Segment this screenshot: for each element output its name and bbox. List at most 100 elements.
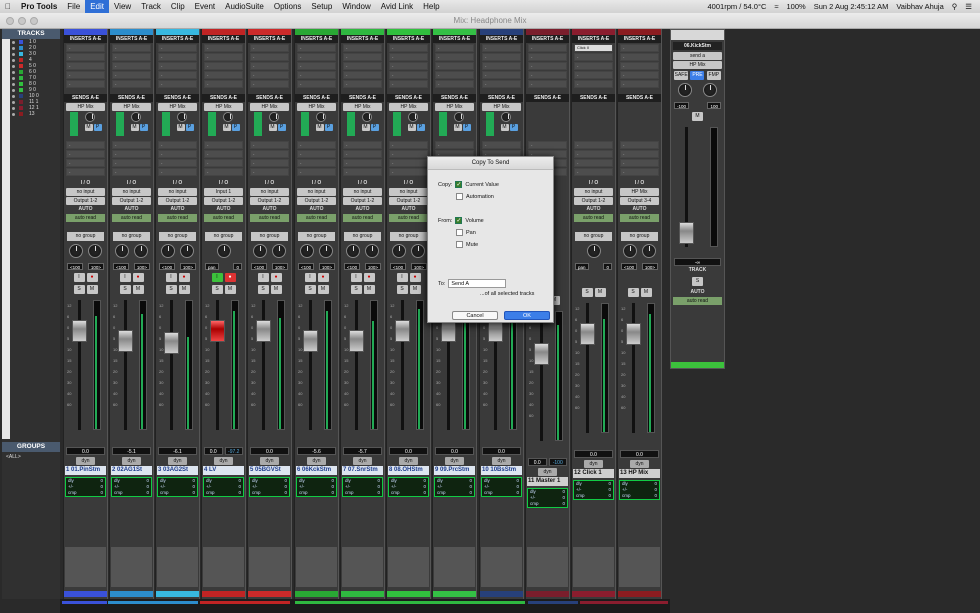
send-slot[interactable]: -: [574, 168, 613, 176]
send-slot[interactable]: HP Mix: [250, 103, 289, 111]
insert-slot[interactable]: -: [574, 71, 613, 79]
mute-button[interactable]: M: [317, 285, 329, 294]
insert-slot[interactable]: -: [158, 71, 197, 79]
group-select[interactable]: no group: [575, 232, 612, 241]
dyn-button[interactable]: dyn: [214, 457, 233, 465]
send-volume[interactable]: -∞: [674, 258, 721, 266]
input-monitor-button[interactable]: I: [396, 273, 408, 282]
send-pre-button[interactable]: P: [324, 124, 333, 131]
pan-left-knob[interactable]: [114, 244, 129, 258]
send-mute-button[interactable]: M: [176, 124, 185, 131]
send-pre-button[interactable]: P: [416, 124, 425, 131]
record-arm-button[interactable]: ●: [86, 273, 98, 282]
track-color-bar[interactable]: [526, 591, 569, 597]
mute-button[interactable]: M: [640, 288, 652, 297]
group-select[interactable]: no group: [67, 232, 104, 241]
send-mute-button[interactable]: M: [500, 124, 509, 131]
send-pre-button[interactable]: P: [277, 124, 286, 131]
show-hide-icon[interactable]: [12, 46, 15, 50]
output-select[interactable]: Output 1-2: [204, 197, 243, 205]
track-name[interactable]: 4 LV: [203, 466, 244, 475]
dyn-button[interactable]: dyn: [445, 457, 464, 465]
volume-checkbox[interactable]: ✓: [455, 217, 463, 224]
send-slot[interactable]: -: [297, 168, 336, 176]
send-slot[interactable]: -: [66, 150, 105, 158]
volume-fader[interactable]: [210, 320, 225, 342]
safe-button[interactable]: SAFE: [674, 71, 689, 80]
show-hide-icon[interactable]: [12, 88, 15, 92]
menu-track[interactable]: Track: [136, 0, 166, 13]
record-arm-button[interactable]: ●: [224, 273, 236, 282]
insert-slot[interactable]: -: [204, 80, 243, 88]
send-slot[interactable]: -: [343, 141, 382, 149]
solo-button[interactable]: S: [165, 285, 177, 294]
send-pan-right-knob[interactable]: [702, 83, 717, 97]
dyn-button[interactable]: dyn: [76, 457, 95, 465]
show-hide-icon[interactable]: [12, 100, 15, 104]
track-name[interactable]: 11 Master 1: [527, 477, 568, 486]
insert-slot[interactable]: -: [158, 53, 197, 61]
mute-button[interactable]: M: [270, 285, 282, 294]
insert-slot[interactable]: -: [250, 71, 289, 79]
comments-area[interactable]: [342, 547, 383, 587]
send-slot[interactable]: -: [204, 168, 243, 176]
track-name[interactable]: 12 Click 1: [573, 469, 614, 478]
send-pan-left-knob[interactable]: [678, 83, 693, 97]
insert-slot[interactable]: -: [435, 44, 474, 52]
input-select[interactable]: no input: [297, 188, 336, 196]
send-slot[interactable]: HP Mix: [158, 103, 197, 111]
ok-button[interactable]: OK: [504, 311, 550, 320]
insert-slot[interactable]: -: [112, 80, 151, 88]
send-slot[interactable]: -: [620, 141, 659, 149]
insert-slot[interactable]: -: [620, 80, 659, 88]
insert-slot[interactable]: -: [528, 80, 567, 88]
track-color-bar[interactable]: [618, 591, 661, 597]
menu-event[interactable]: Event: [190, 0, 220, 13]
mute-button[interactable]: M: [224, 285, 236, 294]
send-pre-button[interactable]: P: [139, 124, 148, 131]
insert-slot[interactable]: -: [204, 53, 243, 61]
insert-slot[interactable]: -: [435, 62, 474, 70]
insert-slot[interactable]: -: [482, 53, 521, 61]
show-hide-icon[interactable]: [12, 40, 15, 44]
comments-area[interactable]: [481, 547, 522, 587]
pan-right-knob[interactable]: [642, 244, 657, 258]
solo-button[interactable]: S: [211, 285, 223, 294]
send-slot[interactable]: -: [112, 150, 151, 158]
automation-mode[interactable]: auto read: [343, 214, 382, 222]
send-mute-button[interactable]: M: [268, 124, 277, 131]
send-mute-button[interactable]: M: [315, 124, 324, 131]
input-monitor-button[interactable]: I: [119, 273, 131, 282]
volume-fader[interactable]: [534, 343, 549, 365]
input-select[interactable]: no input: [250, 188, 289, 196]
mute-button[interactable]: M: [132, 285, 144, 294]
comments-area[interactable]: [65, 547, 106, 587]
insert-slot[interactable]: -: [250, 80, 289, 88]
output-select[interactable]: Output 1-2: [389, 197, 428, 205]
send-knob[interactable]: [222, 112, 233, 122]
input-select[interactable]: Input 1: [204, 188, 243, 196]
automation-mode[interactable]: auto read: [158, 214, 197, 222]
insert-slot[interactable]: -: [66, 80, 105, 88]
volume-fader[interactable]: [118, 330, 133, 352]
insert-slot[interactable]: -: [435, 71, 474, 79]
insert-slot[interactable]: -: [297, 53, 336, 61]
dyn-button[interactable]: dyn: [399, 457, 418, 465]
track-color-bar[interactable]: [156, 591, 199, 597]
group-select[interactable]: no group: [344, 232, 381, 241]
send-slot[interactable]: HP Mix: [66, 103, 105, 111]
volume-readout[interactable]: 0.0: [66, 447, 105, 455]
send-knob[interactable]: [453, 112, 464, 122]
fmp-button[interactable]: FMP: [706, 71, 721, 80]
insert-slot[interactable]: -: [574, 53, 613, 61]
insert-slot[interactable]: -: [250, 62, 289, 70]
insert-slot[interactable]: -: [112, 53, 151, 61]
insert-slot[interactable]: -: [482, 71, 521, 79]
group-all[interactable]: <ALL>: [2, 452, 60, 462]
insert-slot[interactable]: -: [204, 62, 243, 70]
menu-view[interactable]: View: [109, 0, 136, 13]
group-select[interactable]: no group: [159, 232, 196, 241]
insert-slot[interactable]: -: [112, 62, 151, 70]
input-select[interactable]: no input: [389, 188, 428, 196]
menu-audiosuite[interactable]: AudioSuite: [220, 0, 269, 13]
